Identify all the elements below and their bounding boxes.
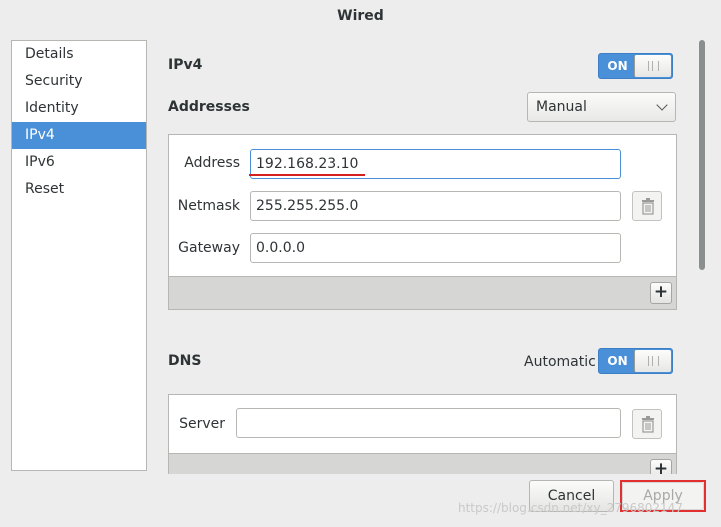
dns-automatic-toggle[interactable]: ON	[598, 348, 673, 374]
gateway-field[interactable]: 0.0.0.0	[250, 233, 621, 263]
sidebar-item-details[interactable]: Details	[12, 41, 146, 68]
dns-automatic-label: Automatic	[524, 354, 596, 370]
sidebar-item-security[interactable]: Security	[12, 68, 146, 95]
netmask-label: Netmask	[177, 198, 240, 214]
sidebar-item-ipv6[interactable]: IPv6	[12, 149, 146, 176]
addresses-heading: Addresses	[168, 99, 250, 115]
address-label: Address	[184, 155, 240, 171]
sidebar-item-ipv4[interactable]: IPv4	[12, 122, 146, 149]
toggle-knob	[634, 55, 671, 77]
dns-panel-footer: +	[169, 453, 676, 481]
addresses-panel-footer: +	[169, 276, 676, 309]
dns-heading: DNS	[168, 353, 202, 369]
netmask-field[interactable]: 255.255.255.0	[250, 191, 621, 221]
ipv4-method-dropdown[interactable]: Manual	[527, 92, 676, 122]
settings-sidebar: Details Security Identity IPv4 IPv6 Rese…	[11, 40, 147, 471]
watermark: https://blog.csdn.net/xy_2796802147	[458, 501, 683, 515]
delete-address-button[interactable]	[632, 191, 662, 221]
dns-server-field[interactable]	[236, 408, 621, 438]
server-label: Server	[179, 416, 225, 432]
sidebar-item-reset[interactable]: Reset	[12, 176, 146, 203]
delete-dns-server-button[interactable]	[632, 409, 662, 439]
scrollbar-thumb[interactable]	[699, 40, 705, 270]
window-title: Wired	[337, 8, 384, 24]
trash-icon	[642, 198, 654, 215]
toggle-knob	[634, 350, 671, 372]
ipv4-toggle[interactable]: ON	[598, 53, 673, 79]
gateway-label: Gateway	[178, 240, 240, 256]
chevron-down-icon	[656, 99, 668, 111]
trash-icon	[642, 416, 654, 433]
scrollbar[interactable]	[697, 40, 706, 474]
ipv4-toggle-label: ON	[607, 59, 628, 73]
sidebar-item-identity[interactable]: Identity	[12, 95, 146, 122]
address-annotation-underline	[249, 174, 365, 176]
dns-toggle-label: ON	[607, 354, 628, 368]
add-address-button[interactable]: +	[650, 282, 672, 304]
ipv4-heading: IPv4	[168, 57, 203, 73]
ipv4-method-value: Manual	[536, 99, 587, 115]
